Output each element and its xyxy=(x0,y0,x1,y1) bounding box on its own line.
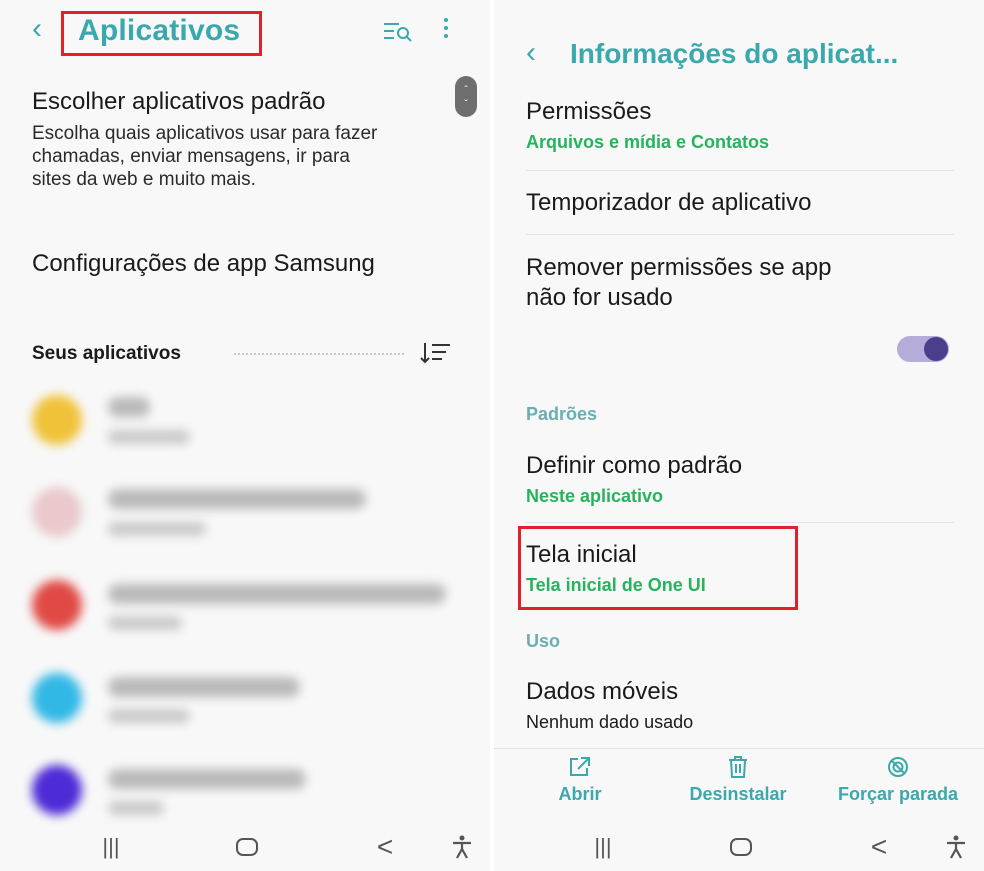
set-as-default-value: Neste aplicativo xyxy=(526,486,664,506)
force-stop-icon xyxy=(888,757,908,777)
app-size-blurred xyxy=(108,430,190,444)
your-apps-label: Seus aplicativos xyxy=(32,343,181,364)
default-apps-description-line2: chamadas, enviar mensagens, ir para xyxy=(32,146,350,167)
default-apps-title: Escolher aplicativos padrão xyxy=(32,88,326,115)
app-list-item[interactable] xyxy=(0,653,490,743)
back-button[interactable]: < xyxy=(362,823,408,871)
section-usage-label: Uso xyxy=(526,631,561,651)
title-highlight-box xyxy=(61,11,262,56)
app-icon xyxy=(32,580,82,630)
separator xyxy=(494,748,984,749)
force-stop-button[interactable]: Forçar parada xyxy=(828,756,968,805)
uninstall-button[interactable]: Desinstalar xyxy=(678,756,798,805)
toggle-knob xyxy=(924,337,948,361)
more-options-icon[interactable] xyxy=(441,18,451,42)
permissions-item[interactable]: Permissões Arquivos e mídia e Contatos xyxy=(526,98,769,153)
samsung-app-settings-item[interactable]: Configurações de app Samsung xyxy=(32,250,375,278)
app-name-blurred xyxy=(108,584,446,604)
accessibility-icon xyxy=(947,835,965,859)
app-icon xyxy=(32,395,82,445)
system-nav-bar: ||| < xyxy=(0,823,490,871)
recents-button[interactable]: ||| xyxy=(86,823,136,871)
sort-icon[interactable] xyxy=(420,342,452,364)
app-size-blurred xyxy=(108,801,164,815)
home-button[interactable] xyxy=(222,823,272,871)
uninstall-label: Desinstalar xyxy=(689,784,787,804)
recents-button[interactable]: ||| xyxy=(578,823,628,871)
home-screen-highlight-box xyxy=(518,526,798,610)
permissions-value: Arquivos e mídia e Contatos xyxy=(526,132,770,152)
remove-permissions-item: Remover permissões se app não for usado xyxy=(526,254,831,312)
remove-permissions-toggle[interactable] xyxy=(897,336,949,362)
back-chevron-icon[interactable]: ‹ xyxy=(526,38,536,68)
app-icon xyxy=(32,487,82,537)
mobile-data-title: Dados móveis xyxy=(526,678,679,705)
apps-list-screen: ‹ Aplicativos ˆ ˇ Escolher aplicativos p… xyxy=(0,0,490,871)
home-button[interactable] xyxy=(716,823,766,871)
app-name-blurred xyxy=(108,489,366,509)
section-divider xyxy=(234,353,404,355)
app-size-blurred xyxy=(108,522,206,536)
app-icon xyxy=(32,765,82,815)
remove-permissions-line2: não for usado xyxy=(526,284,673,311)
open-external-icon xyxy=(570,757,590,776)
accessibility-button[interactable] xyxy=(934,823,978,871)
remove-permissions-line1: Remover permissões se app xyxy=(526,254,832,281)
app-list-item[interactable] xyxy=(0,375,490,465)
trash-icon xyxy=(729,756,747,778)
app-icon xyxy=(32,673,82,723)
system-nav-bar: ||| < xyxy=(494,823,984,871)
app-size-blurred xyxy=(108,616,182,630)
set-as-default-item[interactable]: Definir como padrão Neste aplicativo xyxy=(526,452,742,507)
mobile-data-item[interactable]: Dados móveis Nenhum dado usado xyxy=(526,678,693,733)
default-apps-item[interactable]: Escolher aplicativos padrão Escolha quai… xyxy=(32,88,462,191)
app-timer-item[interactable]: Temporizador de aplicativo xyxy=(526,189,811,217)
separator xyxy=(526,234,954,235)
separator xyxy=(526,170,954,171)
app-name-blurred xyxy=(108,677,300,697)
mobile-data-value: Nenhum dado usado xyxy=(526,712,694,732)
default-apps-description-line1: Escolha quais aplicativos usar para faze… xyxy=(32,123,378,144)
set-as-default-title: Definir como padrão xyxy=(526,452,743,479)
open-label: Abrir xyxy=(558,784,602,804)
force-stop-label: Forçar parada xyxy=(837,784,959,804)
app-list-item[interactable] xyxy=(0,745,490,835)
page-title: Informações do aplicat... xyxy=(570,38,899,69)
home-icon xyxy=(730,838,752,856)
home-icon xyxy=(236,838,258,856)
back-chevron-icon[interactable]: ‹ xyxy=(32,14,42,44)
app-info-screen: ‹ Informações do aplicat... Permissões A… xyxy=(494,0,984,871)
app-name-blurred xyxy=(108,769,306,789)
back-button[interactable]: < xyxy=(856,823,902,871)
accessibility-button[interactable] xyxy=(440,823,484,871)
permissions-title: Permissões xyxy=(526,98,652,125)
open-button[interactable]: Abrir xyxy=(540,756,620,805)
app-name-blurred xyxy=(108,397,150,417)
app-size-blurred xyxy=(108,709,190,723)
default-apps-description-line3: sites da web e muito mais. xyxy=(32,169,256,190)
app-list-item[interactable] xyxy=(0,560,490,650)
separator xyxy=(526,522,954,523)
list-search-icon[interactable] xyxy=(383,21,413,43)
app-list-item[interactable] xyxy=(0,467,490,557)
accessibility-icon xyxy=(453,835,471,859)
section-defaults-label: Padrões xyxy=(526,404,598,424)
